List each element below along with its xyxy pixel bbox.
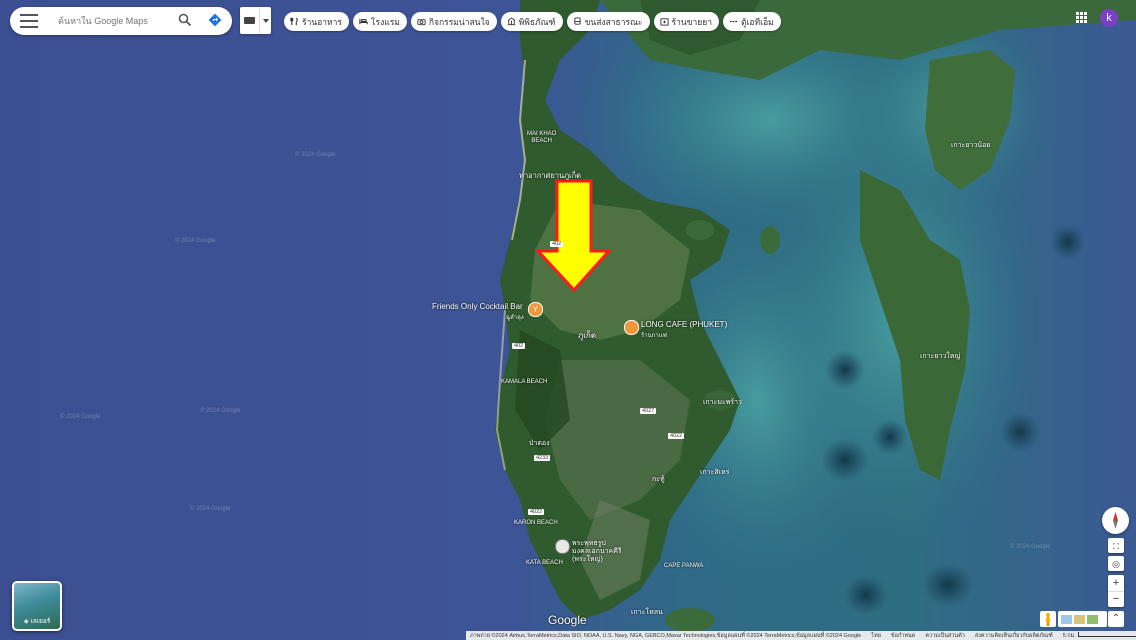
fullscreen-button[interactable]: ⛶ [1108, 538, 1124, 553]
chip-label: โรงแรม [370, 16, 400, 27]
tile-thumbnail [1061, 614, 1072, 624]
search-box [10, 7, 232, 35]
tile-thumbnail [1074, 614, 1085, 624]
chip-label: กิจกรรมน่าสนใจ [428, 16, 490, 27]
chip-label: พิพิธภัณฑ์ [518, 16, 556, 27]
chip-restaurants[interactable]: ร้านอาหาร [284, 12, 349, 31]
chip-pharmacies[interactable]: ร้านขายยา [653, 12, 719, 31]
google-logo: Google [548, 613, 587, 627]
layers-button[interactable]: ◈ เลเยอร์ [12, 581, 62, 631]
chip-label: ตู้เอทีเอ็ม [740, 16, 774, 27]
map-type-tiles[interactable] [1058, 611, 1107, 627]
zoom-out-button[interactable]: − [1108, 591, 1124, 608]
privacy-link[interactable]: ความเป็นส่วนตัว [925, 632, 964, 640]
chevron-down-icon [263, 19, 269, 23]
pegman-icon[interactable] [1040, 611, 1056, 627]
expand-icon[interactable]: ⌃ [1108, 611, 1124, 627]
google-apps-icon[interactable] [1076, 12, 1087, 23]
place-subtitle: ฉูลำลุง [506, 315, 524, 321]
compass-icon[interactable] [1102, 507, 1129, 534]
my-location-icon: ◎ [1112, 559, 1120, 569]
chip-transit[interactable]: ขนส่งสาธารณะ [566, 12, 650, 31]
cocktail-icon: Y [528, 302, 543, 317]
chip-label: ร้านอาหาร [302, 16, 342, 27]
feedback-link[interactable]: ส่งความคิดเห็นเกี่ยวกับผลิตภัณฑ์ [975, 632, 1053, 640]
chip-label: ร้านขายยา [671, 16, 712, 27]
search-icon[interactable] [178, 13, 192, 27]
layers-text: เลเยอร์ [30, 618, 51, 625]
keyboard-icon [244, 17, 255, 24]
category-chips: ร้านอาหาร โรงแรม กิจกรรมน่าสนใจ พิพิธภัณ… [284, 12, 781, 31]
chip-atms[interactable]: ตู้เอทีเอ็ม [722, 12, 781, 31]
hotel-icon [359, 18, 368, 25]
my-location-button[interactable]: ◎ [1108, 556, 1124, 571]
compass-needle-icon [1113, 512, 1118, 529]
layers-label: ◈ เลเยอร์ [14, 616, 60, 626]
place-name-line3: (พระใหญ่) [572, 556, 603, 563]
layers-icon: ◈ [23, 618, 29, 625]
directions-icon[interactable] [208, 13, 222, 27]
chip-label: ขนส่งสาธารณะ [584, 16, 643, 27]
landmark-icon [555, 539, 570, 554]
place-name: LONG CAFE (PHUKET) [641, 320, 728, 329]
cafe-icon [624, 320, 639, 335]
zoom-controls: + − [1108, 575, 1124, 607]
scale-bar[interactable]: 5 กม. [1062, 631, 1136, 640]
camera-icon [417, 19, 426, 26]
place-name: Friends Only Cocktail Bar [432, 302, 523, 311]
museum-icon [507, 17, 516, 26]
attribution-bar: ภาพถ่าย ©2024 Airbus,TerraMetrics,Data S… [466, 631, 1136, 640]
imagery-attribution: ภาพถ่าย ©2024 Airbus,TerraMetrics,Data S… [470, 632, 862, 639]
chip-hotels[interactable]: โรงแรม [352, 12, 407, 31]
pharmacy-icon [659, 18, 669, 26]
place-subtitle: ร้านกาแฟ [641, 333, 667, 339]
transit-icon [573, 17, 581, 25]
tile-thumbnail [1087, 614, 1098, 624]
chip-museums[interactable]: พิพิธภัณฑ์ [500, 12, 563, 31]
input-tools-button[interactable] [240, 7, 271, 34]
scale-line [1077, 631, 1136, 637]
zoom-in-button[interactable]: + [1108, 575, 1124, 591]
fullscreen-icon: ⛶ [1113, 542, 1119, 551]
search-input[interactable] [56, 15, 180, 27]
atm-icon [729, 20, 738, 23]
country-link[interactable]: ไทย [871, 632, 881, 640]
menu-icon[interactable] [20, 14, 38, 28]
terms-link[interactable]: ข้อกำหนด [891, 632, 915, 640]
scale-label: 5 กม. [1062, 632, 1076, 639]
restaurant-icon [290, 17, 298, 26]
chip-things-to-do[interactable]: กิจกรรมน่าสนใจ [410, 12, 497, 31]
account-avatar[interactable]: k [1100, 9, 1118, 27]
